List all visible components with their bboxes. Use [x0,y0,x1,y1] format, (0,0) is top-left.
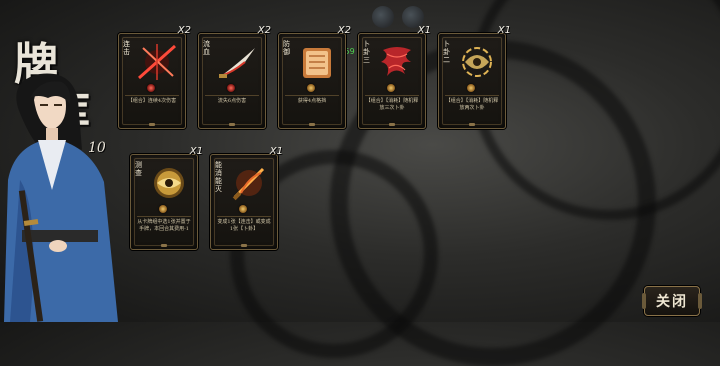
card-name: 卜卦二 [443,40,450,64]
card-bugua-san[interactable]: X1 卜卦三 【组合】【消耗】随机释放三次卜卦 [358,25,431,129]
card-nengxiao-nengmie[interactable]: X1 能消能灭 变成1张【连击】或变成1张【卜卦】 [210,146,283,250]
blade-icon [219,48,255,78]
card-name: 流血 [203,40,210,56]
card-description: 从卡牌组中选1张并置于手牌，本回合其费用-1 [137,216,191,245]
golden-eye-icon [154,168,184,198]
card-cost-gem [307,84,315,92]
card-foot-ornament [241,244,247,247]
card-cost-gem [387,84,395,92]
card-name: 防御 [283,40,290,56]
card-description: 【组合】【消耗】随机释放两次卜卦 [445,95,499,124]
card-count: X1 [269,146,283,157]
card-count: X1 [497,25,511,36]
close-button-label: 关闭 [656,294,688,310]
shield-icon [303,48,331,78]
card-name: 卜卦三 [363,40,370,64]
card-name: 连击 [123,40,130,56]
card-count: X2 [337,25,351,36]
card-foot-ornament [469,123,475,126]
card-name: 能消能灭 [215,161,222,193]
card-cost-gem [467,84,475,92]
card-description: 流失6点伤害 [205,95,259,124]
card-cost-gem [159,205,167,213]
card-description: 变成1张【连击】或变成1张【卜卦】 [217,216,271,245]
card-cost-gem [227,84,235,92]
card-foot-ornament [229,123,235,126]
fire-sword-icon [232,167,265,201]
card-description: 获得4点格挡 [285,95,339,124]
card-fangyu[interactable]: X2 防御 获得4点格挡 [278,25,351,129]
card-foot-ornament [149,123,155,126]
card-foot-ornament [309,123,315,126]
card-description: 【组合】连续4次伤害 [125,95,179,124]
card-count: X2 [257,25,271,36]
red-slash-icon [138,44,176,80]
card-count: X2 [177,25,191,36]
card-cecha[interactable]: X1 测查 从卡牌组中选1张并置于手牌，本回合其费用-1 [130,146,203,250]
card-count: X1 [417,25,431,36]
card-liuxue[interactable]: X2 流血 流失6点伤害 [198,25,271,129]
card-bugua-er[interactable]: X1 卜卦二 【组合】【消耗】随机释放两次卜卦 [438,25,511,129]
close-button[interactable]: 关闭 [642,286,702,316]
card-lianji[interactable]: X2 连击 【组合】连续4次伤害 [118,25,191,129]
card-foot-ornament [161,244,167,247]
card-description: 【组合】【消耗】随机释放三次卜卦 [365,95,419,124]
bead-decoration [372,6,394,28]
card-cost-gem [239,205,247,213]
crimson-flower-icon [381,47,411,76]
character-portrait [0,70,125,322]
card-name: 测查 [135,161,142,177]
card-cost-gem [147,84,155,92]
card-foot-ornament [389,123,395,126]
card-count: X1 [189,146,203,157]
golden-wind-icon [462,47,492,77]
